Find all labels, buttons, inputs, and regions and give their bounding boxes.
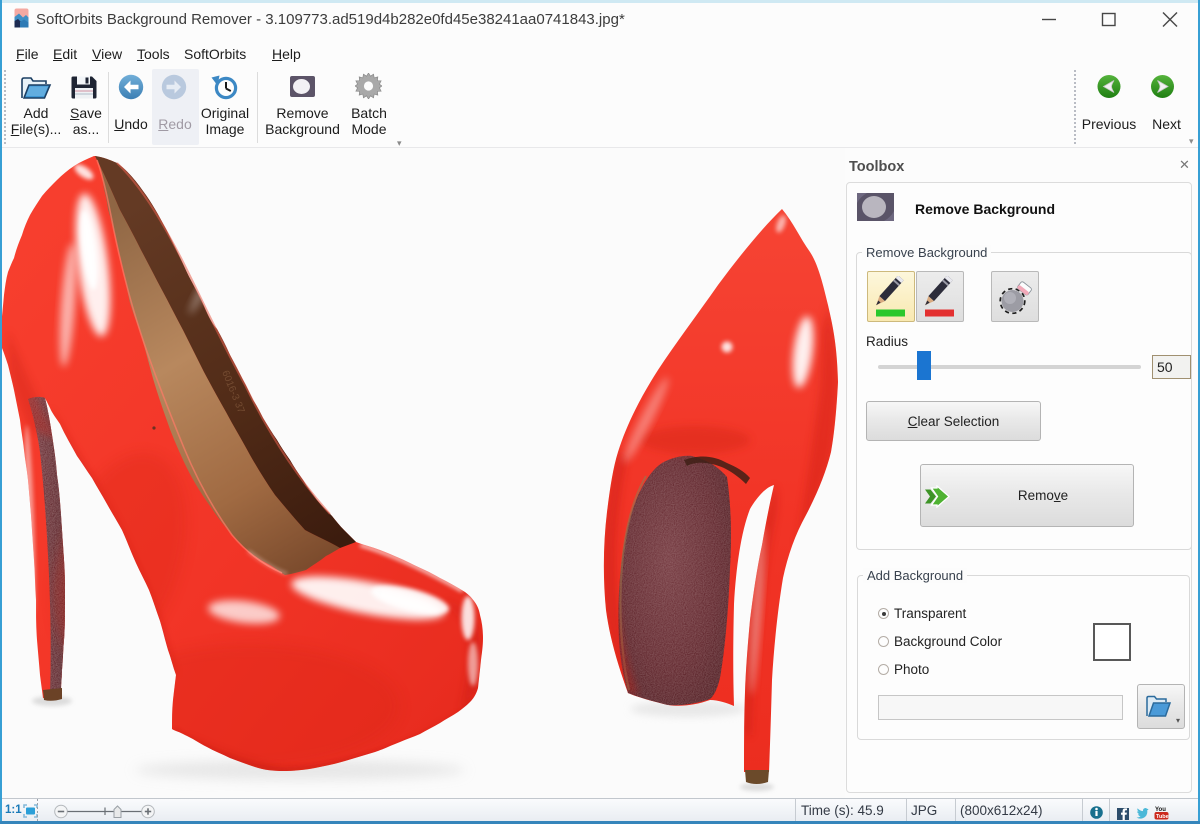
svg-text:Tube: Tube xyxy=(1156,814,1169,820)
